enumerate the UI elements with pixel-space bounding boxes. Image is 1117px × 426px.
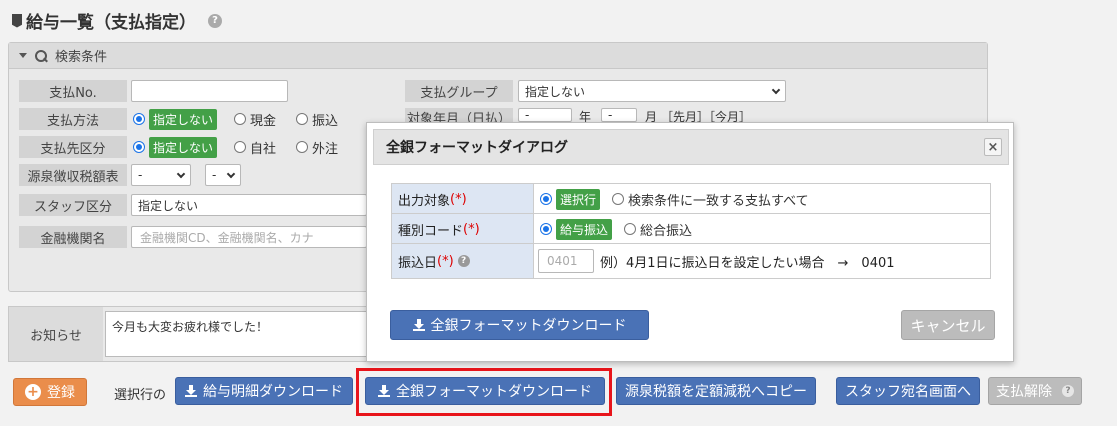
radio-checked-icon[interactable]: [540, 193, 552, 205]
dialog-download-button[interactable]: 全銀フォーマットダウンロード: [390, 310, 649, 340]
transfer-date-row: 振込日 (*)? 0401 例）4月1日に振込日を設定したい場合 → 0401: [391, 243, 991, 279]
target-month-label: 対象年月（日払）: [405, 108, 513, 122]
bookmark-icon: [12, 13, 22, 28]
withholding-table-label: 源泉徴収税額表: [19, 164, 127, 186]
target-month-unit: 月: [645, 110, 658, 122]
staff-type-select[interactable]: 指定しない: [131, 194, 367, 216]
selected-rows-label: 選択行の: [114, 388, 167, 403]
payee-type-radio-outsource[interactable]: 外注: [296, 136, 338, 158]
radio-icon[interactable]: [234, 113, 246, 125]
radio-checked-icon[interactable]: [133, 113, 145, 125]
radio-checked-icon[interactable]: [133, 141, 145, 153]
bank-name-input[interactable]: 金融機関CD、金融機関名、カナ: [131, 226, 367, 248]
payment-method-radio-unspecified[interactable]: 指定しない: [133, 108, 218, 130]
withholding-table-select-2[interactable]: -: [205, 164, 241, 186]
type-code-row: 種別コード (*) 給与振込 総合振込: [391, 213, 991, 245]
output-target-radio-all[interactable]: 検索条件に一致する支払すべて: [612, 188, 809, 210]
payment-method-radio-cash[interactable]: 現金: [234, 108, 276, 130]
search-icon: [35, 49, 47, 62]
highlight-frame: [356, 368, 612, 416]
notice-label: お知らせ: [9, 307, 103, 361]
bank-name-label: 金融機関名: [19, 226, 127, 248]
output-target-radio-selected[interactable]: 選択行: [540, 188, 601, 210]
output-target-row: 出力対象 (*) 選択行 検索条件に一致する支払すべて: [391, 183, 991, 215]
payment-group-select[interactable]: 指定しない: [518, 80, 786, 102]
target-month-select[interactable]: -: [601, 108, 637, 122]
staff-address-button[interactable]: スタッフ宛名画面へ: [836, 377, 980, 405]
withholding-table-select-1[interactable]: -: [131, 164, 191, 186]
cancel-payment-button[interactable]: 支払解除 ?: [988, 377, 1082, 405]
plus-circle-icon: +: [25, 384, 41, 400]
register-button[interactable]: + 登録: [13, 378, 87, 406]
payee-type-radio-unspecified[interactable]: 指定しない: [133, 136, 218, 158]
payee-type-label: 支払先区分: [19, 136, 127, 158]
dialog-cancel-button[interactable]: キャンセル: [901, 310, 995, 340]
payment-no-label: 支払No.: [19, 80, 127, 102]
target-year-select[interactable]: -: [518, 108, 572, 122]
question-circle-icon[interactable]: ?: [208, 13, 222, 28]
copy-tax-button[interactable]: 源泉税額を定額減税へコピー: [616, 377, 816, 405]
radio-icon[interactable]: [234, 141, 246, 153]
collapse-triangle-icon[interactable]: [19, 53, 27, 58]
page-title-text: 給与一覧（支払指定）: [26, 13, 196, 33]
chevron-down-icon: [176, 169, 186, 179]
radio-icon[interactable]: [296, 141, 308, 153]
output-target-label: 出力対象 (*): [392, 184, 534, 214]
dialog-title: 全銀フォーマットダイアログ: [386, 140, 568, 156]
radio-icon[interactable]: [612, 193, 625, 205]
transfer-date-input[interactable]: 0401: [538, 249, 594, 273]
radio-checked-icon[interactable]: [540, 223, 552, 235]
question-circle-icon[interactable]: ?: [457, 255, 470, 267]
download-icon: [412, 319, 425, 331]
zengin-format-dialog: 全銀フォーマットダイアログ × 出力対象 (*) 選択行 検索条件に一致する支払す…: [366, 122, 1014, 362]
type-code-radio-salary[interactable]: 給与振込: [540, 218, 613, 240]
payment-method-label: 支払方法: [19, 108, 127, 130]
payee-type-radio-own[interactable]: 自社: [234, 136, 276, 158]
transfer-date-label: 振込日 (*)?: [392, 244, 534, 278]
target-year-unit: 年: [579, 110, 592, 122]
close-icon[interactable]: ×: [984, 138, 1002, 156]
payment-method-radio-transfer[interactable]: 振込: [296, 108, 338, 130]
transfer-date-example: 例）4月1日に振込日を設定したい場合 → 0401: [600, 255, 895, 271]
type-code-radio-general[interactable]: 総合振込: [624, 218, 692, 240]
page-title: 給与一覧（支払指定） ?: [12, 8, 222, 33]
chevron-down-icon: [771, 85, 781, 95]
payment-no-input[interactable]: [131, 80, 288, 102]
type-code-label: 種別コード (*): [392, 214, 534, 244]
staff-type-label: スタッフ区分: [19, 194, 127, 216]
radio-icon[interactable]: [296, 113, 308, 125]
download-icon: [185, 385, 197, 397]
payment-group-label: 支払グループ: [405, 80, 513, 102]
search-header[interactable]: 検索条件: [9, 43, 987, 69]
month-shortcut-links[interactable]: ［先月］［今月］: [661, 108, 751, 122]
dialog-header: 全銀フォーマットダイアログ ×: [373, 129, 1009, 165]
radio-icon[interactable]: [624, 223, 637, 235]
question-circle-icon: ?: [1062, 385, 1074, 397]
chevron-down-icon: [226, 169, 236, 179]
search-header-label: 検索条件: [55, 50, 108, 65]
payslip-download-button[interactable]: 給与明細ダウンロード: [175, 377, 353, 405]
